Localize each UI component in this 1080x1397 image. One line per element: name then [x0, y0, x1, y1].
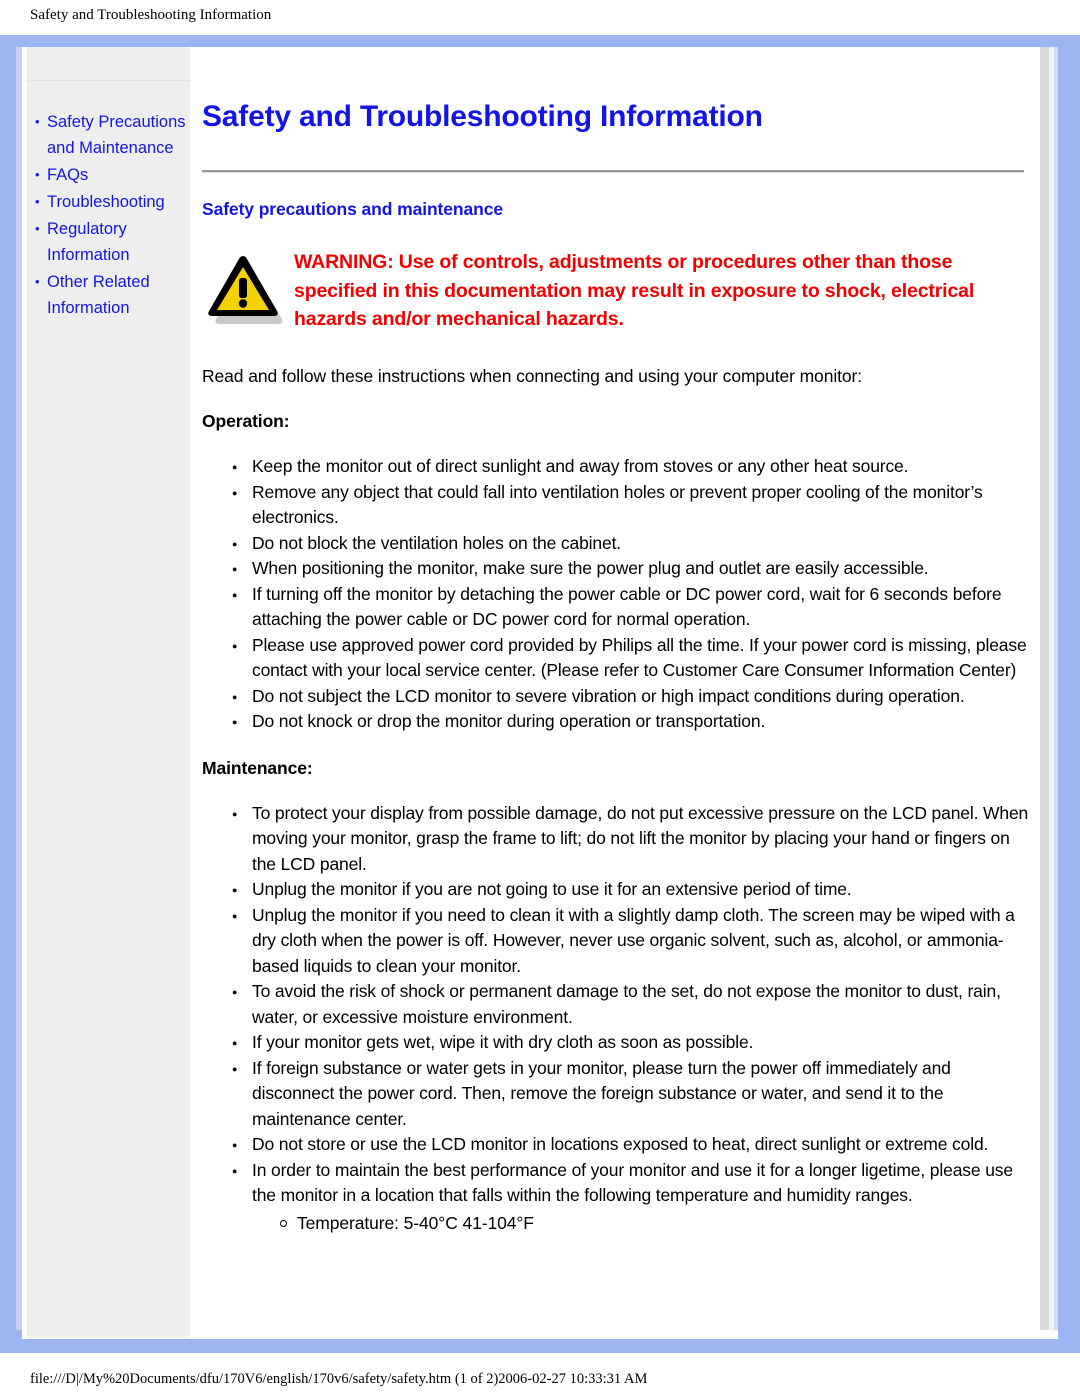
list-item: To avoid the risk of shock or permanent … — [232, 979, 1034, 1030]
sidebar-item-other-related-information[interactable]: Other Related Information — [33, 269, 208, 321]
section-title: Safety precautions and maintenance — [202, 199, 503, 219]
list-item: Unplug the monitor if you are not going … — [232, 877, 1034, 903]
sidebar-divider — [27, 80, 190, 81]
list-item: Do not store or use the LCD monitor in l… — [232, 1132, 1034, 1158]
list-item: If foreign substance or water gets in yo… — [232, 1056, 1034, 1133]
warning-triangle-icon — [206, 252, 286, 324]
maintenance-heading: Maintenance: — [202, 757, 313, 778]
sidebar-item-faqs[interactable]: FAQs — [33, 162, 208, 188]
list-item: When positioning the monitor, make sure … — [232, 556, 1034, 582]
warning-block: WARNING: Use of controls, adjustments or… — [202, 248, 1034, 338]
operation-list: Keep the monitor out of direct sunlight … — [202, 454, 1034, 735]
print-footer: file:///D|/My%20Documents/dfu/170V6/engl… — [30, 1371, 648, 1387]
sidebar: Safety Precautions and Maintenance FAQs … — [27, 47, 190, 1337]
list-item: If your monitor gets wet, wipe it with d… — [232, 1030, 1034, 1056]
list-item: Do not knock or drop the monitor during … — [232, 709, 1034, 735]
frame-shadow-right — [1040, 47, 1049, 1330]
temperature-sublist: Temperature: 5-40°C 41-104°F — [252, 1209, 1034, 1237]
list-item: Do not subject the LCD monitor to severe… — [232, 684, 1034, 710]
title-divider — [202, 170, 1024, 173]
intro-text: Read and follow these instructions when … — [202, 366, 862, 386]
sidebar-item-troubleshooting[interactable]: Troubleshooting — [33, 189, 208, 215]
main-content: Safety and Troubleshooting Information S… — [202, 47, 1034, 1237]
sidebar-item-safety-precautions-and-maintenance[interactable]: Safety Precautions and Maintenance — [33, 109, 208, 161]
list-item: If turning off the monitor by detaching … — [232, 582, 1034, 633]
list-item: Keep the monitor out of direct sunlight … — [232, 454, 1034, 480]
operation-heading: Operation: — [202, 411, 290, 431]
maintenance-list: To protect your display from possible da… — [202, 801, 1034, 1237]
list-item: Temperature: 5-40°C 41-104°F — [280, 1209, 1034, 1237]
list-item: In order to maintain the best performanc… — [232, 1158, 1034, 1237]
print-header: Safety and Troubleshooting Information — [30, 7, 272, 23]
list-item: Please use approved power cord provided … — [232, 633, 1034, 684]
list-item: Do not block the ventilation holes on th… — [232, 531, 1034, 557]
sidebar-nav: Safety Precautions and Maintenance FAQs … — [33, 109, 208, 322]
list-item: To protect your display from possible da… — [232, 801, 1034, 878]
page-title: Safety and Troubleshooting Information — [202, 100, 763, 133]
warning-text: WARNING: Use of controls, adjustments or… — [294, 251, 975, 330]
frame-stripe-left — [16, 47, 22, 1330]
sidebar-item-regulatory-information[interactable]: Regulatory Information — [33, 216, 208, 268]
list-item: Unplug the monitor if you need to clean … — [232, 903, 1034, 980]
list-item: Remove any object that could fall into v… — [232, 480, 1034, 531]
frame-shadow-right-blue — [1054, 47, 1058, 1330]
